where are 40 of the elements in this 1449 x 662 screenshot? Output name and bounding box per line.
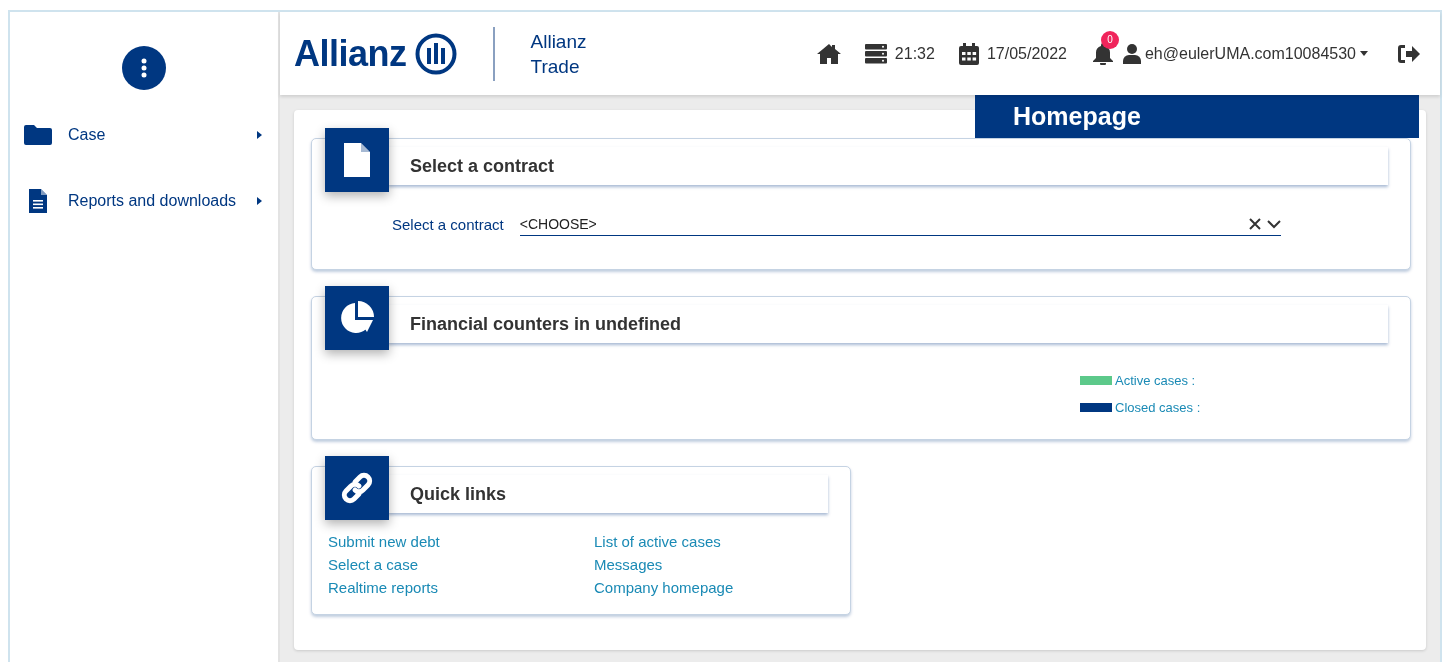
date-text: 17/05/2022 (986, 44, 1067, 63)
bell-icon[interactable] (1092, 42, 1113, 65)
folder-icon (24, 125, 52, 145)
logout-icon[interactable] (1398, 44, 1420, 63)
quick-link[interactable]: Select a case (328, 556, 419, 573)
legend-label: Closed cases : (1115, 400, 1201, 415)
sidebar-item[interactable]: Reports and downloads (10, 186, 278, 216)
quick-link[interactable]: List of active cases (594, 533, 721, 550)
card-title: Financial counters in undefined (388, 305, 1388, 343)
quick-link[interactable]: Submit new debt (328, 533, 440, 550)
chevron-down-icon[interactable] (1267, 219, 1281, 229)
contract-select[interactable]: <CHOOSE> (519, 213, 1281, 236)
user-icon (1122, 43, 1141, 64)
sidebar-item[interactable]: Case (10, 120, 278, 150)
document-icon (29, 189, 47, 213)
document-icon (344, 143, 370, 177)
field-label: Select a contract (392, 216, 504, 233)
brand-name: Allianz (294, 32, 407, 75)
card-title: Select a contract (388, 147, 1388, 185)
legend-label: Active cases : (1115, 373, 1196, 388)
server-icon (864, 43, 887, 64)
link-icon (339, 470, 375, 506)
card-title: Quick links (388, 475, 828, 513)
caret-icon (257, 197, 262, 205)
quick-link[interactable]: Messages (594, 556, 663, 573)
user-menu[interactable]: eh@eulerUMA.com10084530 (1122, 43, 1368, 64)
notification-badge: 0 (1100, 30, 1119, 49)
more-options-icon[interactable] (122, 46, 166, 90)
caret-down-icon (1360, 51, 1368, 56)
caret-icon (257, 131, 262, 139)
brand-subtitle: Allianz Trade (530, 29, 588, 79)
time-text: 21:32 (894, 44, 935, 63)
logo-icon (414, 32, 457, 75)
home-icon[interactable] (816, 43, 841, 64)
quick-link[interactable]: Company homepage (594, 579, 734, 596)
pie-chart-icon (340, 301, 374, 335)
quick-link[interactable]: Realtime reports (328, 579, 439, 596)
calendar-icon (958, 42, 979, 65)
page-title: Homepage (975, 95, 1419, 138)
clear-icon[interactable] (1249, 218, 1261, 230)
